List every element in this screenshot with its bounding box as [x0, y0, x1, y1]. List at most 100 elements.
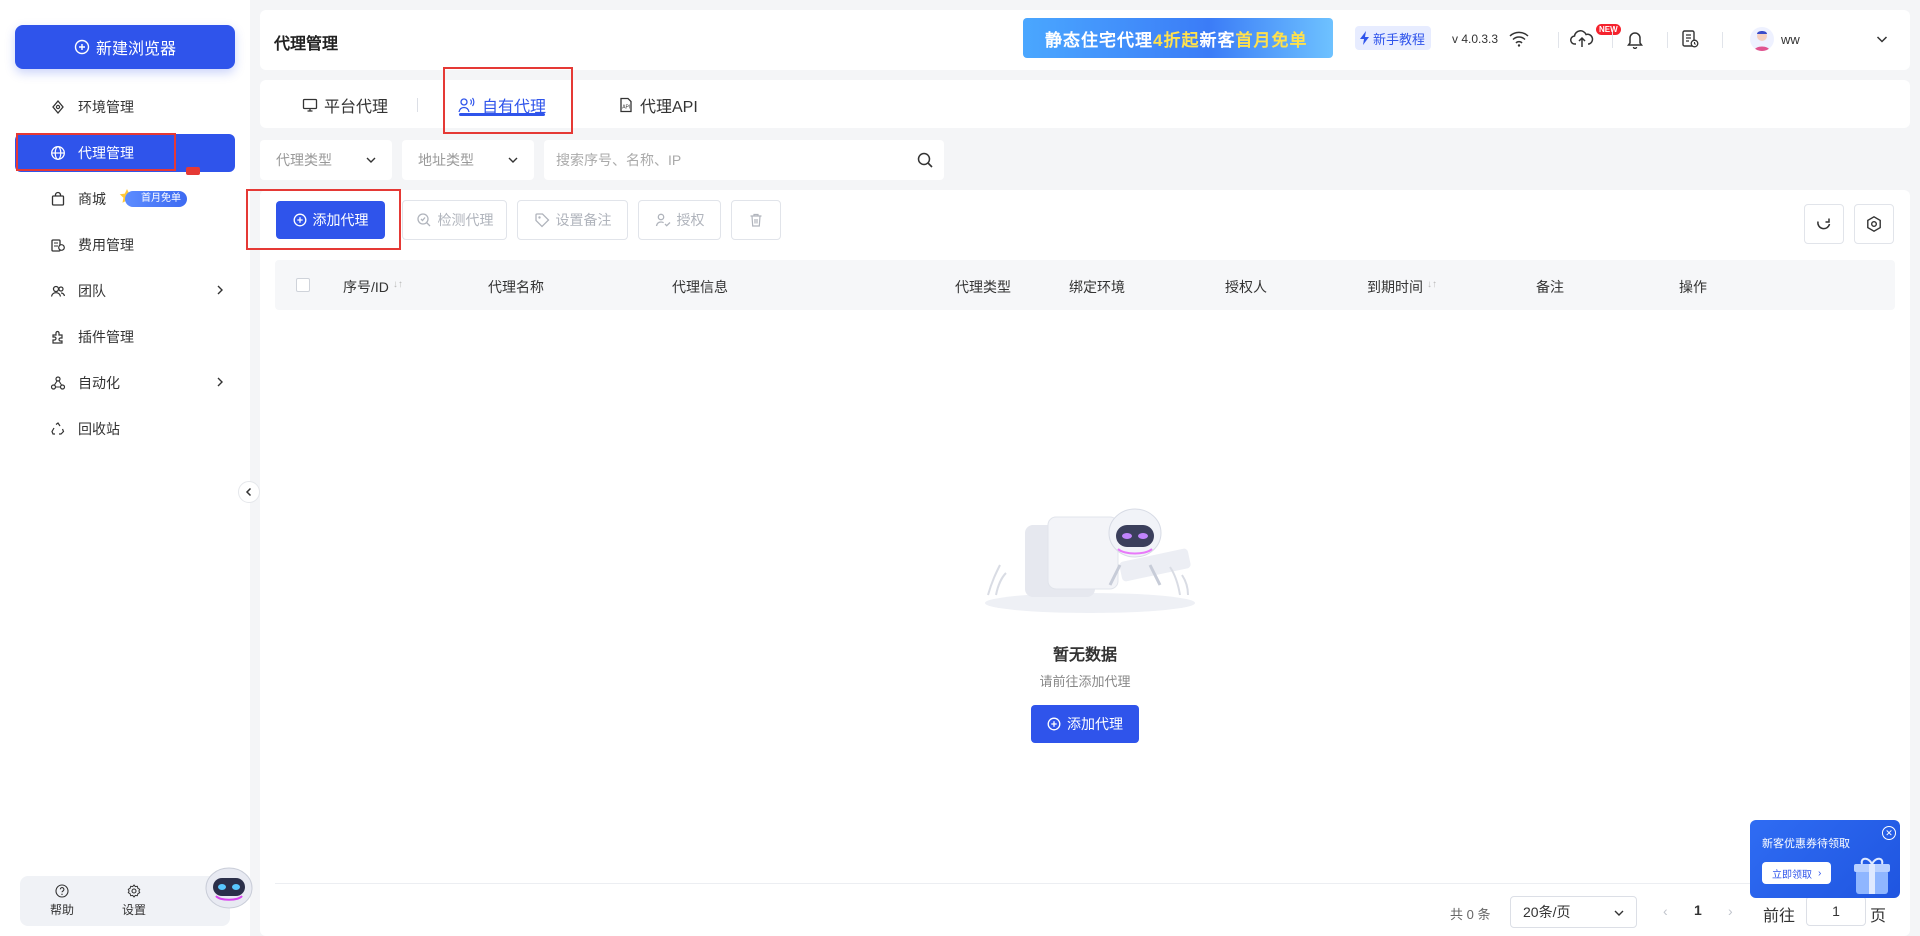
column-header-environment: 绑定环境 [1069, 277, 1125, 297]
header-divider [1722, 32, 1723, 48]
tutorial-button[interactable]: 新手教程 [1355, 26, 1432, 50]
next-page-icon[interactable]: › [1728, 903, 1733, 919]
sidebar-item-label: 费用管理 [78, 237, 134, 253]
add-proxy-button[interactable]: 添加代理 [276, 201, 385, 239]
promo-text-d: 首月免单 [1235, 30, 1308, 50]
task-log-icon[interactable] [1678, 27, 1702, 51]
column-header-authorized-user: 授权人 [1225, 277, 1267, 297]
check-proxy-label: 检测代理 [437, 212, 494, 228]
claim-coupon-button[interactable]: 立即领取 › [1762, 862, 1832, 884]
address-type-select[interactable]: 地址类型 [402, 140, 534, 180]
sidebar-item-automation[interactable]: 自动化 [15, 364, 235, 402]
refresh-button[interactable] [1804, 204, 1844, 244]
chevron-down-icon [1614, 910, 1624, 916]
cloud-upload-icon[interactable] [1570, 27, 1594, 51]
select-all-checkbox[interactable] [296, 278, 310, 292]
user-signal-icon [458, 97, 475, 113]
prev-page-icon[interactable]: ‹ [1663, 903, 1668, 919]
goto-page-input[interactable] [1806, 896, 1866, 926]
user-avatar[interactable] [1750, 27, 1774, 51]
tab-platform-proxy[interactable]: 平台代理 [302, 92, 388, 118]
column-header-expiry[interactable]: 到期时间 ↓↑ [1367, 277, 1437, 297]
version-label: v 4.0.3.3 [1452, 32, 1499, 46]
search-input[interactable] [544, 140, 884, 180]
username: ww [1781, 32, 1800, 47]
sidebar-item-team[interactable]: 团队 [15, 272, 235, 310]
bell-icon[interactable] [1623, 27, 1647, 51]
help-button[interactable]: 帮助 [50, 884, 74, 918]
add-proxy-label: 添加代理 [312, 212, 369, 228]
sidebar-item-label: 回收站 [78, 421, 120, 437]
search-box [544, 140, 944, 180]
header-divider [1667, 32, 1668, 48]
promo-banner[interactable]: 静态住宅代理 4折起 新客 首月免单 [1023, 18, 1333, 58]
check-search-icon [416, 213, 430, 227]
delete-button[interactable] [731, 200, 781, 240]
sidebar-item-label: 自动化 [78, 375, 120, 391]
settings-button[interactable]: 设置 [122, 884, 146, 918]
authorize-button[interactable]: 授权 [638, 200, 721, 240]
column-header-label: 备注 [1536, 279, 1564, 295]
new-browser-button[interactable]: 新建浏览器 [15, 25, 235, 69]
column-header-info: 代理信息 [672, 277, 728, 297]
column-header-label: 到期时间 [1367, 279, 1423, 295]
search-icon[interactable] [916, 151, 934, 169]
sidebar-item-plugins[interactable]: 插件管理 [15, 318, 235, 356]
address-type-placeholder: 地址类型 [418, 152, 474, 168]
empty-add-proxy-button[interactable]: 添加代理 [1031, 705, 1139, 743]
column-header-actions: 操作 [1679, 277, 1707, 297]
sidebar-item-environment[interactable]: 环境管理 [15, 88, 235, 126]
coupon-popup[interactable]: 新客优惠券待领取 立即领取 › ✕ [1750, 820, 1900, 898]
close-icon[interactable]: ✕ [1882, 826, 1896, 840]
page-size-select[interactable]: 20条/页 [1510, 896, 1637, 928]
chevron-right-icon [217, 285, 223, 295]
sidebar-item-recycle-bin[interactable]: 回收站 [15, 410, 235, 448]
claim-coupon-label: 立即领取 [1772, 869, 1812, 881]
shopping-bag-icon [50, 191, 66, 207]
set-note-button[interactable]: 设置备注 [517, 200, 628, 240]
sidebar-item-label: 团队 [78, 283, 106, 299]
tab-proxy-api[interactable]: API 代理API [618, 92, 698, 118]
chevron-down-icon[interactable] [1870, 27, 1894, 51]
settings-label: 设置 [122, 903, 147, 917]
column-header-name: 代理名称 [488, 277, 544, 297]
recycle-icon [50, 421, 66, 437]
column-header-label: 授权人 [1225, 279, 1267, 295]
sidebar-item-store[interactable]: 商城 首月免单 [15, 180, 235, 218]
column-header-label: 代理信息 [672, 279, 728, 295]
page-title: 代理管理 [274, 36, 339, 53]
sidebar-item-label: 环境管理 [78, 99, 134, 115]
chevron-down-icon [508, 157, 518, 163]
user-check-icon [655, 213, 670, 227]
sidebar-item-proxy[interactable]: 代理管理 [15, 134, 235, 172]
wifi-icon[interactable] [1507, 27, 1531, 51]
sidebar-footer: 帮助 设置 [20, 876, 230, 926]
column-header-id[interactable]: 序号/ID ↓↑ [343, 277, 403, 297]
help-label: 帮助 [50, 903, 75, 917]
automation-icon [50, 375, 66, 391]
sidebar-collapse-button[interactable] [238, 481, 260, 503]
check-proxy-button[interactable]: 检测代理 [402, 200, 507, 240]
top-header: 代理管理 静态住宅代理 4折起 新客 首月免单 新手教程 v 4.0.3.3 NEW… [260, 10, 1910, 70]
lightning-icon [1360, 31, 1369, 45]
monitor-icon [302, 98, 318, 112]
empty-state-title: 暂无数据 [1052, 647, 1117, 664]
total-count: 共 0 条 [1450, 907, 1491, 922]
sort-icon: ↓↑ [1427, 278, 1437, 290]
current-page-number[interactable]: 1 [1694, 902, 1702, 918]
chevron-right-icon [217, 377, 223, 387]
page-size-value: 20条/页 [1523, 904, 1571, 920]
promo-text-b: 4折起 [1153, 30, 1200, 50]
team-icon [50, 283, 66, 299]
billing-icon [50, 237, 66, 253]
ai-assistant-icon[interactable] [204, 864, 254, 910]
gear-icon [127, 884, 141, 898]
column-header-label: 代理类型 [955, 279, 1011, 295]
sidebar-item-billing[interactable]: 费用管理 [15, 226, 235, 264]
header-divider [1612, 32, 1613, 48]
table-header: 序号/ID ↓↑ 代理名称 代理信息 代理类型 绑定环境 授权人 到期时间 ↓↑ 备… [275, 260, 1895, 310]
header-divider [1558, 32, 1559, 48]
column-settings-button[interactable] [1854, 204, 1894, 244]
proxy-type-select[interactable]: 代理类型 [260, 140, 392, 180]
plus-circle-icon [1047, 717, 1061, 731]
